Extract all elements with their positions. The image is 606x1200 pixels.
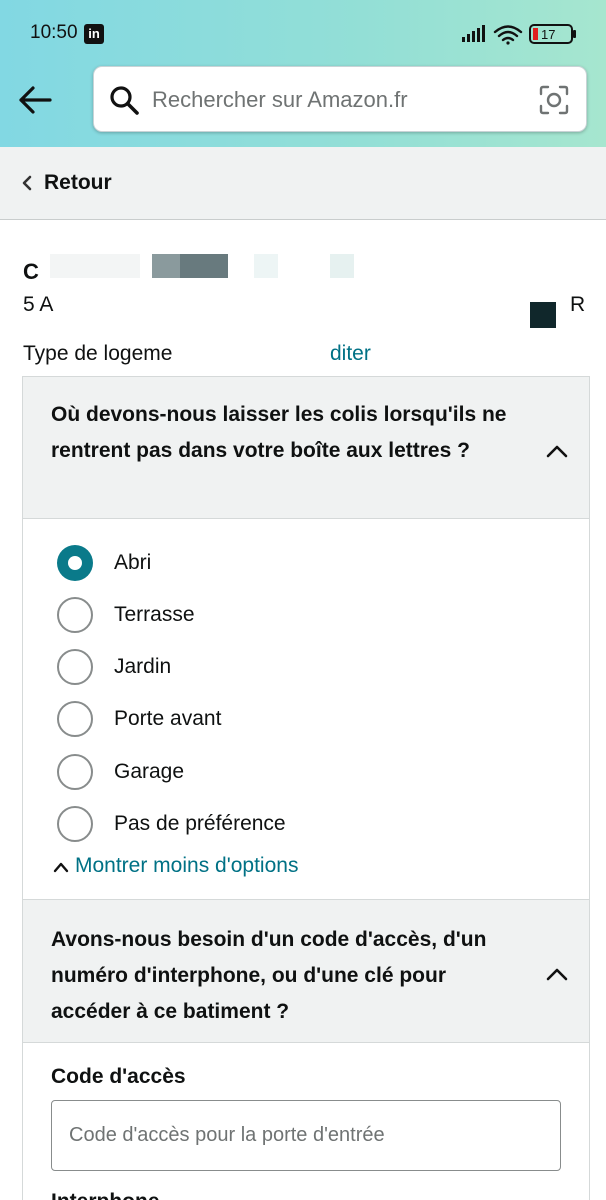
battery-level: 17	[541, 27, 555, 42]
status-time: 10:50	[30, 22, 78, 43]
redacted-block	[530, 302, 556, 328]
back-link[interactable]: Retour	[44, 171, 112, 195]
linkedin-notification-icon: in	[84, 24, 104, 44]
search-icon	[110, 86, 139, 115]
redacted-block	[254, 254, 278, 278]
address-name: C	[23, 259, 39, 284]
chevron-up-icon[interactable]	[545, 966, 569, 982]
radio-label: Terrasse	[114, 603, 195, 626]
radio-button[interactable]	[57, 701, 93, 737]
camera-search-icon[interactable]	[538, 84, 570, 116]
housing-type-label: Type de logeme	[23, 342, 173, 365]
edit-housing-link[interactable]: diter	[330, 342, 371, 366]
search-bar[interactable]: Rechercher sur Amazon.fr	[93, 66, 587, 132]
delivery-location-section: Où devons-nous laisser les colis lorsqu'…	[22, 376, 590, 900]
intercom-label: Interphone	[51, 1190, 160, 1200]
wifi-icon	[493, 25, 523, 42]
radio-label: Porte avant	[114, 707, 222, 730]
signal-icon	[462, 25, 485, 42]
delivery-location-question: Où devons-nous laisser les colis lorsqu'…	[51, 403, 507, 462]
radio-label: Garage	[114, 760, 185, 783]
radio-label: Pas de préférence	[114, 812, 286, 835]
radio-button[interactable]	[57, 597, 93, 633]
delivery-location-header[interactable]: Où devons-nous laisser les colis lorsqu'…	[23, 377, 589, 519]
radio-label: Jardin	[114, 655, 172, 678]
radio-option-jardin[interactable]: Jardin	[57, 647, 557, 687]
access-header[interactable]: Avons-nous besoin d'un code d'accès, d'u…	[23, 900, 589, 1043]
address-city: R	[570, 293, 586, 316]
redacted-block	[152, 254, 180, 278]
access-question: Avons-nous besoin d'un code d'accès, d'u…	[51, 928, 487, 1023]
radio-option-pas-de-preference[interactable]: Pas de préférence	[57, 804, 557, 844]
access-section: Avons-nous besoin d'un code d'accès, d'u…	[22, 899, 590, 1200]
status-bar: 10:50 in 17	[0, 0, 606, 68]
radio-option-abri[interactable]: Abri	[57, 543, 557, 583]
redacted-block	[56, 292, 386, 320]
back-nav-bar[interactable]: Retour	[0, 147, 606, 220]
radio-label: Abri	[114, 551, 152, 574]
redacted-block	[330, 254, 354, 278]
radio-option-terrasse[interactable]: Terrasse	[57, 595, 557, 635]
access-code-input[interactable]	[51, 1100, 561, 1171]
radio-button[interactable]	[57, 545, 93, 581]
address-street: 5 A	[23, 293, 54, 316]
search-input-placeholder[interactable]: Rechercher sur Amazon.fr	[152, 87, 408, 113]
show-less-options-label[interactable]: Montrer moins d'options	[75, 854, 298, 878]
chevron-left-icon	[22, 175, 32, 191]
radio-option-porte-avant[interactable]: Porte avant	[57, 699, 557, 739]
radio-option-garage[interactable]: Garage	[57, 752, 557, 792]
radio-button[interactable]	[57, 754, 93, 790]
status-icons: 17	[462, 24, 576, 45]
chevron-up-icon	[53, 862, 69, 873]
redacted-block	[176, 340, 332, 370]
radio-button[interactable]	[57, 806, 93, 842]
chevron-up-icon[interactable]	[545, 443, 569, 459]
redacted-block	[50, 254, 140, 278]
radio-button[interactable]	[57, 649, 93, 685]
back-arrow-icon[interactable]	[16, 84, 54, 116]
redacted-block	[180, 254, 228, 278]
access-code-label: Code d'accès	[51, 1065, 186, 1088]
